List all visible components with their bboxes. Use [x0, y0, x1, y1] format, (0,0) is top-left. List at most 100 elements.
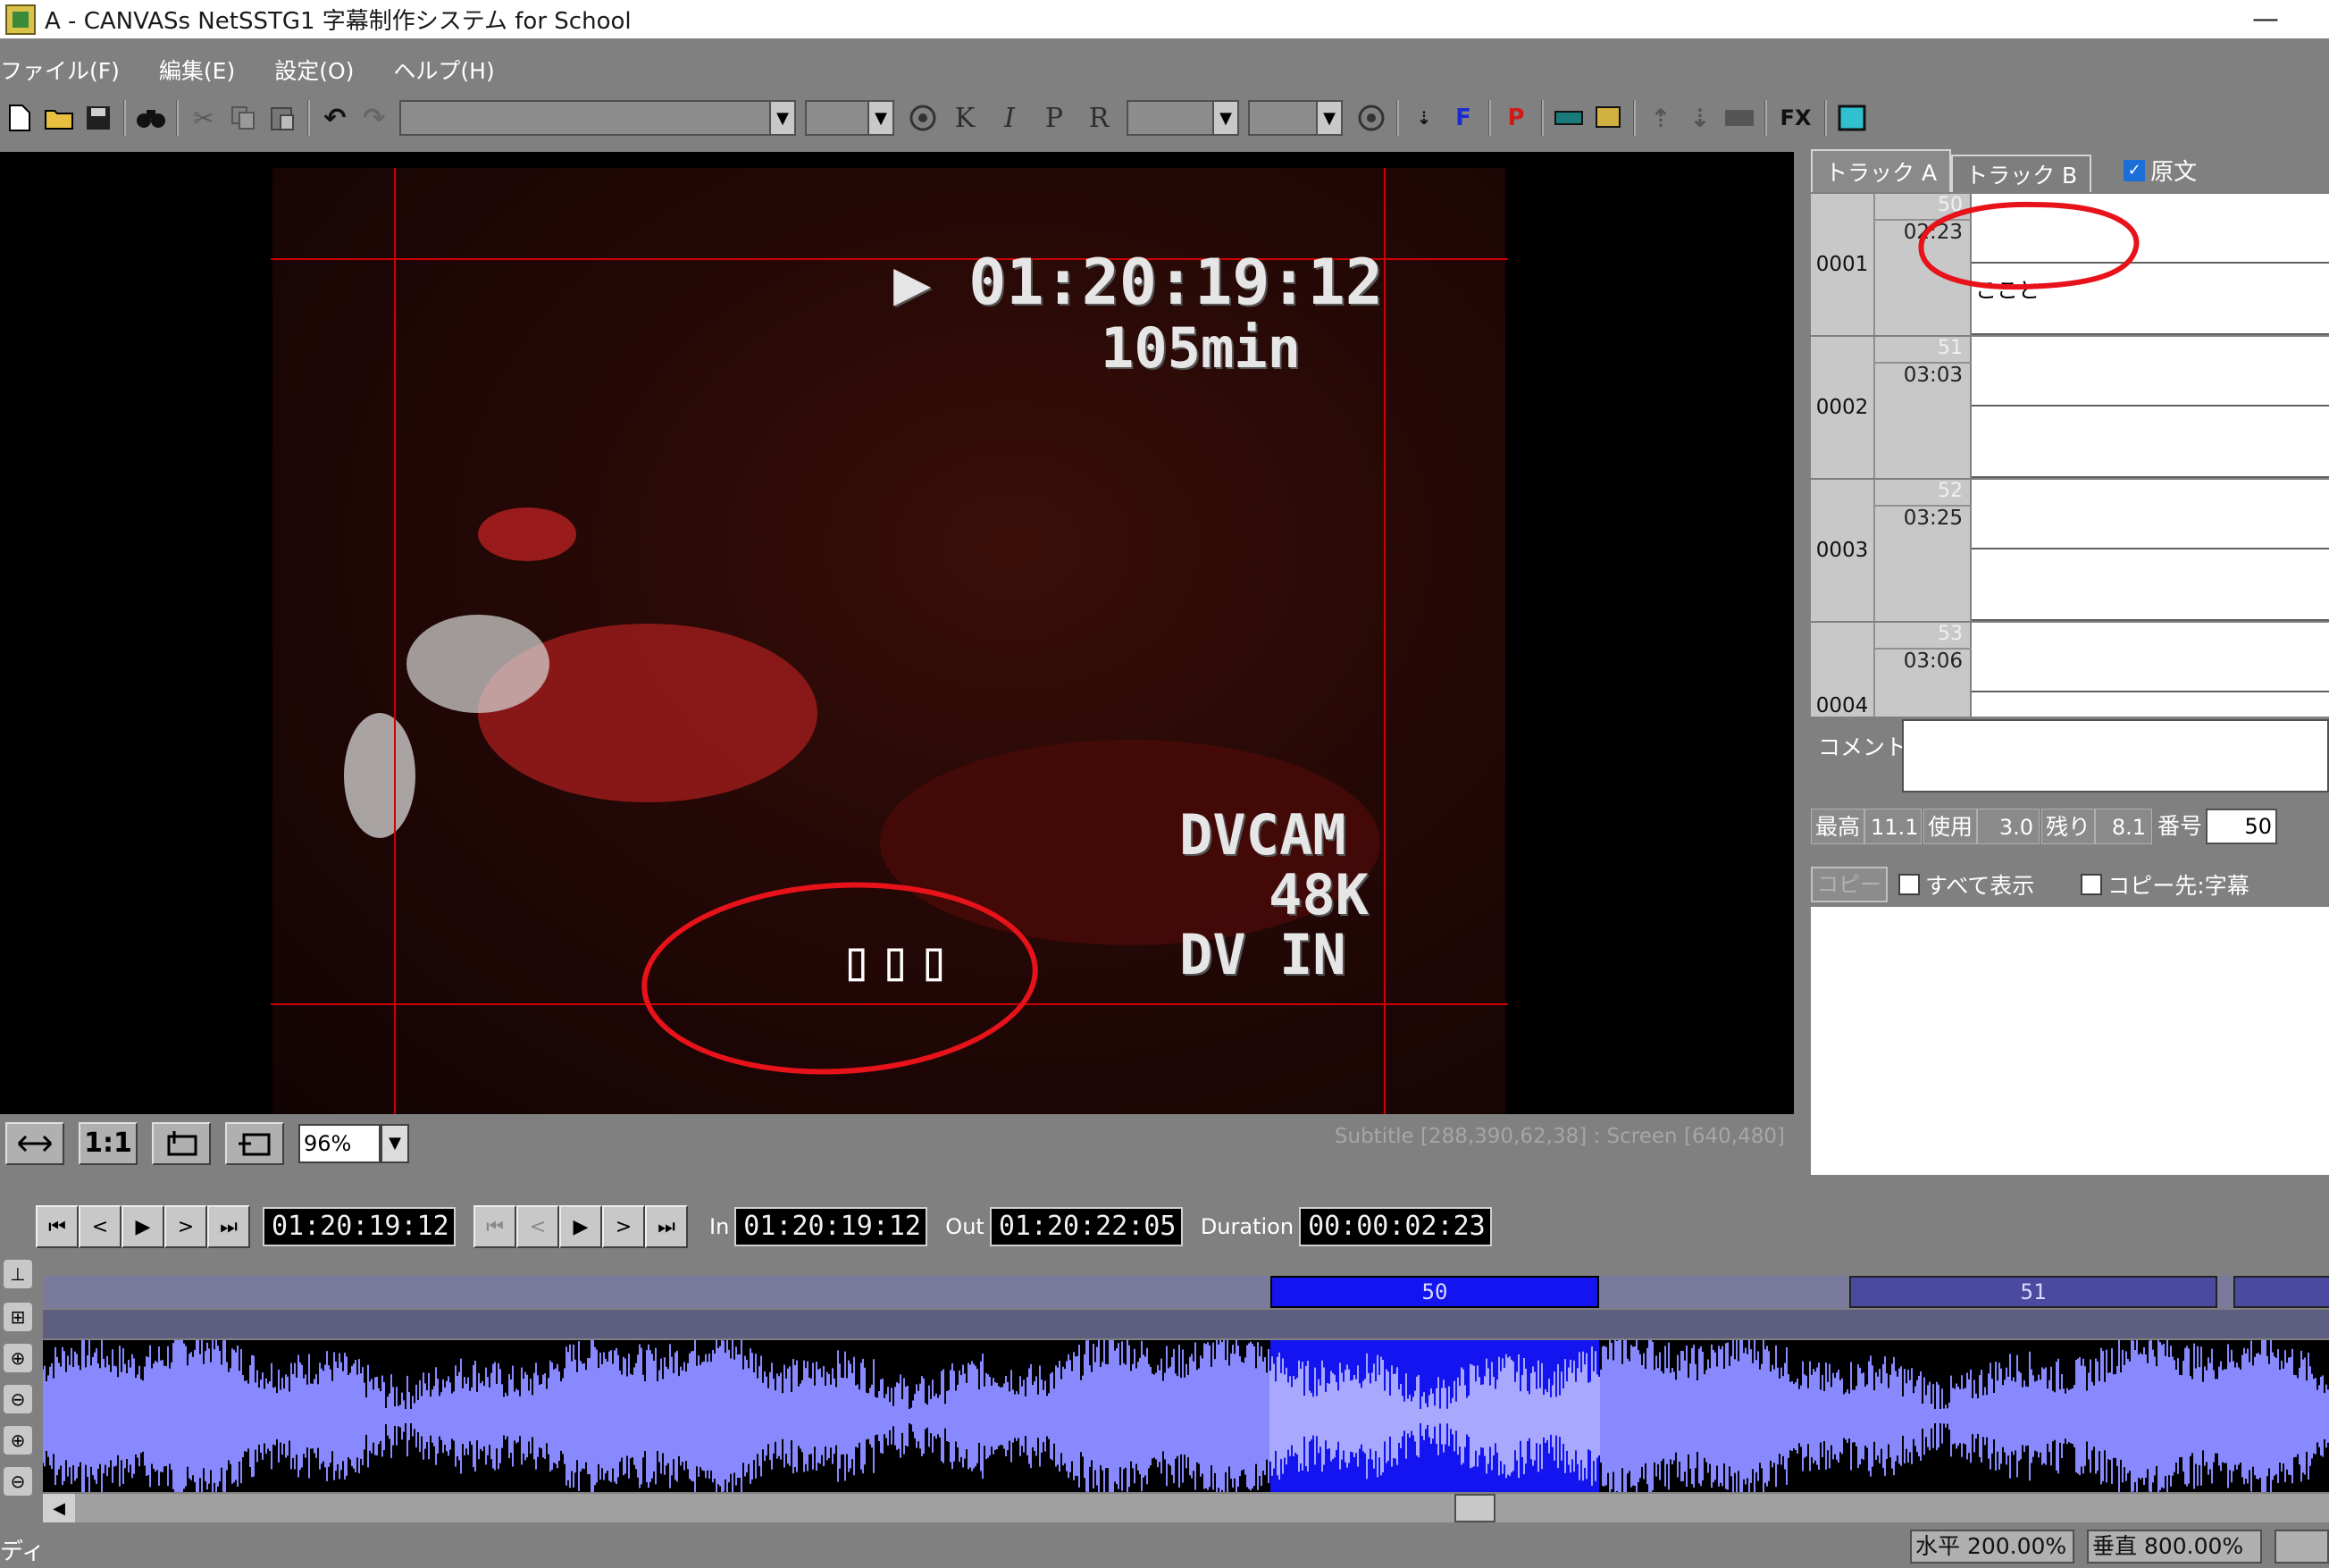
style-select-1[interactable] — [1127, 100, 1212, 136]
pin-icon[interactable]: ⊥ — [4, 1260, 32, 1288]
preview-screen-icon[interactable] — [1832, 98, 1872, 138]
chevron-down-icon[interactable]: ▼ — [381, 1123, 409, 1163]
display-icon[interactable] — [1549, 98, 1588, 138]
copy-icon[interactable] — [223, 98, 263, 138]
subtitle-block-selected[interactable]: 50 — [1270, 1276, 1599, 1308]
step-back-icon[interactable]: < — [79, 1205, 121, 1248]
italic-icon[interactable]: I — [987, 103, 1032, 134]
subtitle-row[interactable]: 0002 51 03:03 — [1811, 337, 2329, 478]
video-preview[interactable]: ▶ 01:20:19:12 105min DVCAM 48K DV IN ▯▯▯ — [0, 152, 1794, 1114]
app-icon — [5, 4, 36, 35]
subtitle-text-editor[interactable] — [1972, 480, 2329, 621]
checkbox-icon[interactable] — [2081, 874, 2103, 895]
checkbox-checked-icon[interactable]: ✓ — [2124, 159, 2146, 181]
copy-list[interactable] — [1811, 907, 2329, 1175]
subtitle-row[interactable]: 0003 52 03:25 — [1811, 480, 2329, 621]
r-icon[interactable]: R — [1077, 103, 1121, 134]
screen-icon[interactable] — [1720, 98, 1759, 138]
subtitle-track[interactable]: 50 51 — [43, 1276, 2329, 1308]
show-all-toggle[interactable]: すべて表示 — [1898, 868, 2034, 901]
split-icon[interactable]: ⊞ — [4, 1303, 32, 1331]
fit-screen-button[interactable] — [5, 1121, 64, 1165]
scroll-thumb[interactable] — [1454, 1494, 1495, 1522]
zoom-input[interactable]: 96% — [298, 1123, 381, 1163]
font-select[interactable] — [399, 100, 769, 136]
comment-input[interactable] — [1902, 719, 2329, 792]
copy-to-subtitle-toggle[interactable]: コピー先:字幕 — [2081, 868, 2249, 901]
subtitle-block[interactable]: 51 — [1849, 1276, 2217, 1308]
color-wheel-icon[interactable] — [903, 98, 942, 138]
fx-button[interactable]: FX — [1772, 98, 1819, 138]
skip-end-icon[interactable]: ⏭ — [207, 1205, 250, 1248]
checkbox-icon[interactable] — [1898, 874, 1920, 895]
chevron-down-icon[interactable]: ▼ — [867, 100, 894, 136]
audio-waveform[interactable] — [43, 1340, 2329, 1492]
ruby-p-icon[interactable]: P — [1032, 103, 1077, 134]
chevron-down-icon[interactable]: ▼ — [1212, 100, 1239, 136]
zoom-out-horizontal-icon[interactable]: ⊖ — [4, 1385, 32, 1413]
redo-icon[interactable]: ↷ — [355, 98, 394, 138]
step-back-icon[interactable]: < — [516, 1205, 559, 1248]
size-select[interactable] — [805, 100, 867, 136]
step-forward-icon[interactable]: > — [602, 1205, 645, 1248]
actual-size-button[interactable]: 1:1 — [79, 1121, 138, 1165]
secondary-track[interactable] — [43, 1310, 2329, 1338]
zoom-in-vertical-icon[interactable]: ⊕ — [4, 1426, 32, 1455]
frame-copy-button[interactable] — [225, 1121, 284, 1165]
vertical-text-icon[interactable]: ⇣ — [1404, 98, 1444, 138]
paste-icon[interactable] — [263, 98, 302, 138]
style-select-2[interactable] — [1248, 100, 1316, 136]
out-timecode[interactable]: 01:20:22:05 — [989, 1207, 1183, 1246]
undo-icon[interactable]: ↶ — [315, 98, 355, 138]
find-binoculars-icon[interactable] — [131, 98, 171, 138]
subtitle-row[interactable]: 0004 53 03:06 — [1811, 623, 2329, 717]
scroll-left-icon[interactable]: ◀ — [43, 1494, 75, 1522]
subtitle-text-editor[interactable] — [1972, 337, 2329, 478]
menu-edit[interactable]: 編集(E) — [159, 54, 253, 86]
number-input[interactable]: 50 — [2206, 809, 2278, 844]
play-icon[interactable]: ▶ — [121, 1205, 164, 1248]
tab-track-a[interactable]: トラック A — [1811, 149, 1952, 192]
zoom-in-horizontal-icon[interactable]: ⊕ — [4, 1344, 32, 1372]
open-folder-icon[interactable] — [39, 98, 79, 138]
skip-start-icon[interactable]: ⏮ — [36, 1205, 79, 1248]
duration-timecode[interactable]: 00:00:02:23 — [1299, 1207, 1493, 1246]
copy-button[interactable]: コピー — [1811, 867, 1888, 902]
bold-k-icon[interactable]: K — [942, 103, 987, 134]
monitor-icon[interactable] — [1588, 98, 1628, 138]
original-index: 53 — [1938, 623, 1963, 645]
menu-file[interactable]: ファイル(F) — [0, 54, 138, 86]
skip-start-icon[interactable]: ⏮ — [473, 1205, 516, 1248]
save-icon[interactable] — [79, 98, 118, 138]
line-divider — [1972, 691, 2329, 692]
skip-end-icon[interactable]: ⏭ — [645, 1205, 688, 1248]
tab-track-b[interactable]: トラック B — [1951, 155, 2092, 192]
waveform-line — [43, 1340, 2329, 1492]
align-bottom-icon[interactable]: ⇣ — [1680, 98, 1720, 138]
align-top-icon[interactable]: ⇡ — [1641, 98, 1680, 138]
snapshot-button[interactable] — [152, 1121, 211, 1165]
timeline-scrollbar[interactable]: ◀ — [43, 1494, 2329, 1522]
subtitle-list: 0001 50 02:23 ここと 0002 51 03:03 0003 52 … — [1811, 194, 2329, 717]
menu-help[interactable]: ヘルプ(H) — [393, 54, 512, 86]
new-file-icon[interactable] — [0, 98, 39, 138]
font-edit-icon[interactable]: F — [1444, 98, 1483, 138]
line-divider — [1972, 333, 2329, 335]
chevron-down-icon[interactable]: ▼ — [769, 100, 796, 136]
chevron-down-icon[interactable]: ▼ — [1316, 100, 1343, 136]
in-timecode[interactable]: 01:20:19:12 — [734, 1207, 928, 1246]
minimize-button[interactable]: — — [2252, 4, 2279, 35]
original-index: 52 — [1938, 480, 1963, 502]
line-break-icon[interactable]: P — [1496, 98, 1536, 138]
step-forward-icon[interactable]: > — [164, 1205, 207, 1248]
color-wheel-icon[interactable] — [1352, 98, 1391, 138]
subtitle-text-editor[interactable] — [1972, 623, 2329, 717]
original-text-toggle[interactable]: ✓ 原文 — [2124, 154, 2197, 187]
zoom-out-vertical-icon[interactable]: ⊖ — [4, 1467, 32, 1496]
vcr-timecode: ▶ 01:20:19:12 — [893, 246, 1383, 319]
current-timecode[interactable]: 01:20:19:12 — [263, 1207, 456, 1246]
play-icon[interactable]: ▶ — [559, 1205, 602, 1248]
menu-settings[interactable]: 設定(O) — [274, 54, 372, 86]
cut-icon[interactable]: ✂ — [184, 98, 223, 138]
subtitle-block[interactable] — [2233, 1276, 2329, 1308]
